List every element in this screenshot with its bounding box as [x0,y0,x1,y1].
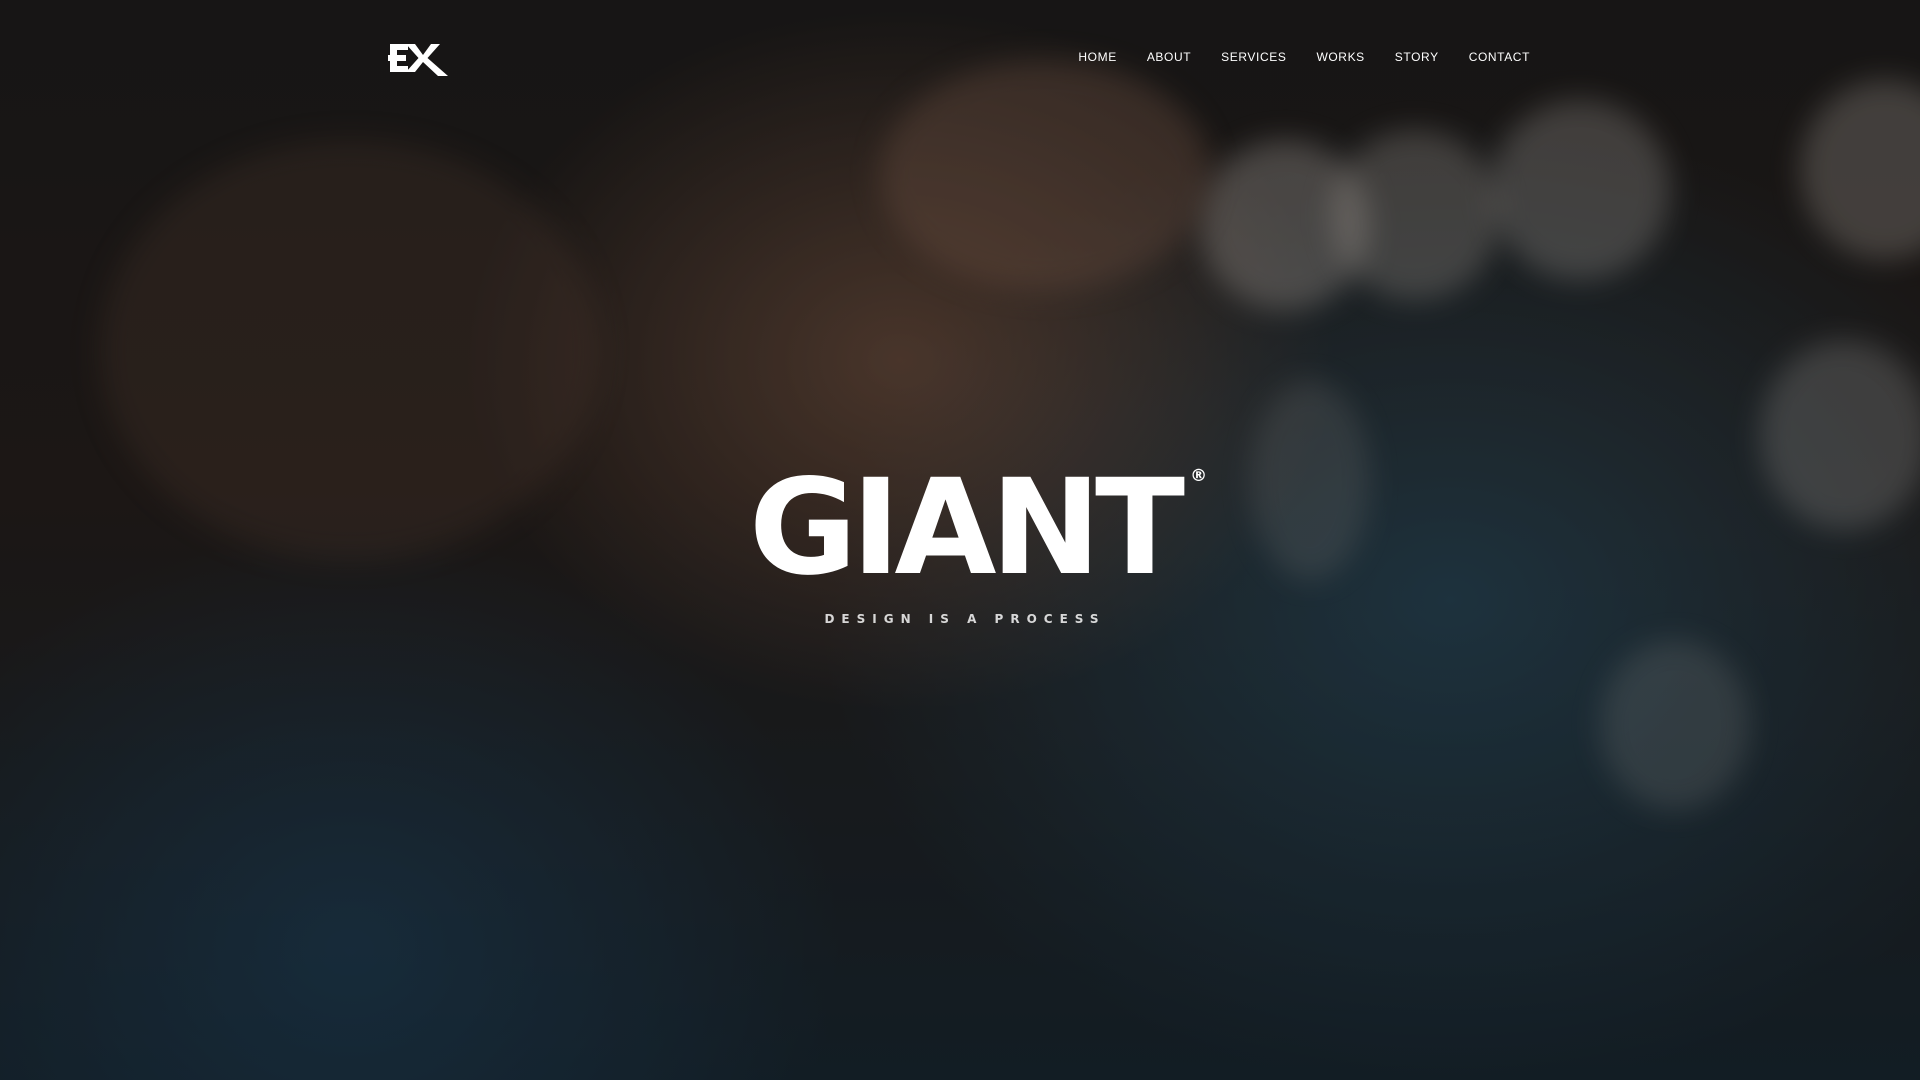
brand-tagline: DESIGN IS A PROCESS [824,612,1106,626]
menu-item-about: ABOUT [1147,48,1191,66]
menu-item-works: WORKS [1316,48,1364,66]
menu-item-services: SERVICES [1221,48,1286,66]
hero-brand: GIANT ® DESIGN IS A PROCESS [0,462,1920,626]
nav-link-contact[interactable]: CONTACT [1469,50,1530,64]
top-navigation: HOME ABOUT SERVICES WORKS STORY CONTACT [0,0,1920,120]
nav-link-story[interactable]: STORY [1395,50,1439,64]
registered-mark: ® [1190,466,1208,486]
menu-item-story: STORY [1395,48,1439,66]
brand-title-wrapper: GIANT ® [749,462,1207,594]
brand-title: GIANT [748,451,1185,605]
ex-logo-icon[interactable] [388,38,450,78]
menu-item-home: HOME [1078,48,1116,66]
hero-section: HOME ABOUT SERVICES WORKS STORY CONTACT … [0,0,1920,1080]
menu-item-contact: CONTACT [1469,48,1530,66]
nav-link-home[interactable]: HOME [1078,50,1116,64]
main-menu: HOME ABOUT SERVICES WORKS STORY CONTACT [1048,48,1530,66]
nav-link-about[interactable]: ABOUT [1147,50,1191,64]
nav-link-services[interactable]: SERVICES [1221,50,1286,64]
nav-link-works[interactable]: WORKS [1316,50,1364,64]
